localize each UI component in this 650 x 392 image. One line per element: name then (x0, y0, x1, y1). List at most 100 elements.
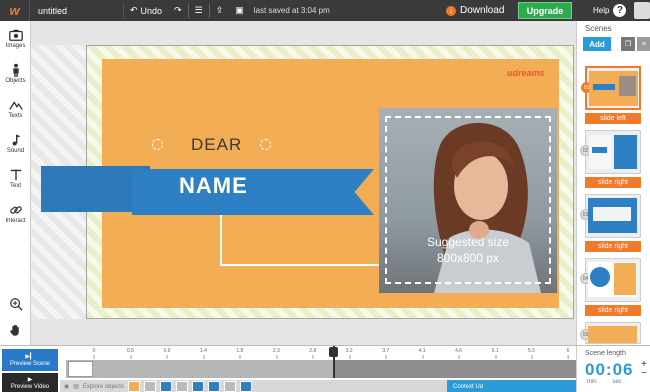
share-icon: ⇪ (215, 5, 224, 15)
music-note-icon (12, 134, 20, 146)
app-logo[interactable]: w (0, 0, 30, 21)
avatar[interactable] (634, 2, 650, 19)
ruler-tick: 1.4 (199, 348, 207, 359)
menu-button[interactable]: ☰ (189, 0, 209, 21)
scene-length-stepper[interactable]: + − (641, 360, 647, 379)
save-status: last saved at 3:04 pm (253, 6, 330, 15)
preview-video-button[interactable]: ▶ Preview Video (2, 373, 58, 392)
preview-scene-button[interactable]: ▶▎ Preview Scene (2, 349, 58, 371)
min-label: min (587, 379, 597, 385)
photo-placeholder[interactable]: Suggested size 800x800 px (379, 108, 557, 293)
ruler-tick: 2.3 (272, 348, 280, 359)
thumb-panel (614, 135, 637, 169)
help-label: Help (593, 6, 610, 15)
track-start-handle[interactable] (68, 361, 93, 377)
tool-objects[interactable]: Objects (0, 56, 31, 91)
eye-icon[interactable]: ◉ (64, 383, 69, 390)
upgrade-button[interactable]: Upgrade (518, 2, 572, 19)
ruler-tick: 1.8 (236, 348, 244, 359)
scene-transition-03[interactable]: slide right (585, 241, 641, 252)
tool-texts[interactable]: Texts (0, 91, 31, 126)
duplicate-scene-button[interactable]: ❐ (621, 37, 635, 51)
context-menu-tab[interactable]: Context Ud (447, 380, 576, 392)
link-icon (9, 206, 22, 214)
undo-button[interactable]: ↶ Undo (124, 0, 168, 21)
ruler-tick: 2.8 (309, 348, 317, 359)
decor-line (220, 215, 222, 265)
thumb-card (593, 207, 631, 221)
tool-text[interactable]: Text (0, 161, 31, 196)
preview-video-label: Preview Video (10, 384, 50, 390)
tool-label: Interact (5, 218, 26, 224)
scene-transition-01[interactable]: slide left (585, 113, 641, 124)
name-ribbon[interactable] (132, 169, 374, 215)
tool-sound[interactable]: Sound (0, 126, 31, 161)
ruler-tick: 4.1 (418, 348, 426, 359)
object-chip[interactable] (223, 381, 236, 392)
editor-canvas[interactable]: NAME DEAR udreams Suggested size 800x800… (31, 21, 576, 345)
scene-options-button[interactable]: ≡ (637, 37, 650, 51)
thumb-ribbon (593, 84, 615, 90)
scene-transition-02[interactable]: slide right (585, 177, 641, 188)
ruler-tick: 6 (566, 348, 570, 359)
track-fill (66, 360, 334, 378)
scene-thumb-01[interactable]: 01 (581, 66, 641, 110)
dear-text[interactable]: DEAR (191, 135, 242, 155)
brand-logo: udreams (507, 68, 545, 78)
left-toolbar: Images Objects Texts Sound Text Interact (0, 21, 31, 345)
scene-thumb-05[interactable]: 05 (580, 322, 641, 344)
redo-icon: ↷ (174, 5, 182, 15)
app-window: w ↶ Undo ↷ ☰ ⇪ ▣ last saved at 3:04 pm ↓… (0, 0, 650, 392)
tool-interact[interactable]: Interact (0, 196, 31, 231)
timeline-track[interactable] (66, 360, 576, 378)
card-background[interactable]: NAME DEAR udreams Suggested size 800x800… (41, 59, 559, 308)
scene-length-value[interactable]: 00:06 (585, 360, 633, 380)
top-bar: w ↶ Undo ↷ ☰ ⇪ ▣ last saved at 3:04 pm ↓… (0, 0, 650, 21)
scene-thumb-03[interactable]: 03 (580, 194, 641, 238)
scene-stage[interactable]: NAME DEAR udreams Suggested size 800x800… (41, 45, 574, 319)
scene-length-label: Scene length (585, 350, 626, 357)
undo-label: Undo (140, 5, 163, 16)
thumb-photo (619, 76, 636, 96)
hand-icon (10, 324, 19, 336)
thumb-ribbon (592, 147, 607, 153)
thumb-bg (588, 326, 637, 343)
object-chip[interactable] (127, 381, 140, 392)
object-chip[interactable] (159, 381, 172, 392)
save-button[interactable]: ▣ (229, 0, 250, 21)
playhead-handle[interactable] (329, 347, 338, 357)
lock-icon[interactable]: ▤ (73, 383, 79, 390)
tool-label: Texts (8, 113, 23, 119)
decor-circle (260, 139, 271, 150)
share-button[interactable]: ⇪ (210, 0, 230, 21)
help-icon: ? (613, 4, 627, 17)
scene-thumb-04[interactable]: 04 (580, 258, 641, 302)
explore-objects-label[interactable]: Explore objects (83, 384, 124, 390)
name-text[interactable]: NAME (179, 173, 248, 199)
download-button[interactable]: ↓ Download (446, 2, 504, 19)
redo-button[interactable]: ↷ (168, 0, 188, 21)
object-chip[interactable] (207, 381, 220, 392)
object-chip[interactable] (191, 381, 204, 392)
project-title-input[interactable] (38, 3, 124, 18)
object-chip[interactable] (175, 381, 188, 392)
scene-thumb-02[interactable]: 02 (580, 130, 641, 174)
ruler-tick: 5.5 (528, 348, 536, 359)
list-icon: ≡ (641, 40, 647, 48)
tool-label: Sound (6, 148, 25, 154)
pan-button[interactable] (0, 319, 31, 341)
suggested-line2: 800x800 px (436, 251, 500, 265)
help-button[interactable]: Help ? (593, 2, 627, 19)
suggested-size-text: Suggested size 800x800 px (379, 234, 557, 266)
add-scene-button[interactable]: Add (583, 37, 611, 51)
scene-transition-04[interactable]: slide right (585, 305, 641, 316)
ruler-tick: 4.6 (455, 348, 463, 359)
object-chip[interactable] (143, 381, 156, 392)
tool-label: Text (9, 183, 21, 189)
mountain-icon (8, 101, 23, 110)
zoom-button[interactable] (0, 293, 31, 315)
preview-scene-label: Preview Scene (9, 361, 51, 367)
object-chip[interactable] (239, 381, 252, 392)
camera-icon (8, 29, 23, 41)
tool-images[interactable]: Images (0, 21, 31, 56)
